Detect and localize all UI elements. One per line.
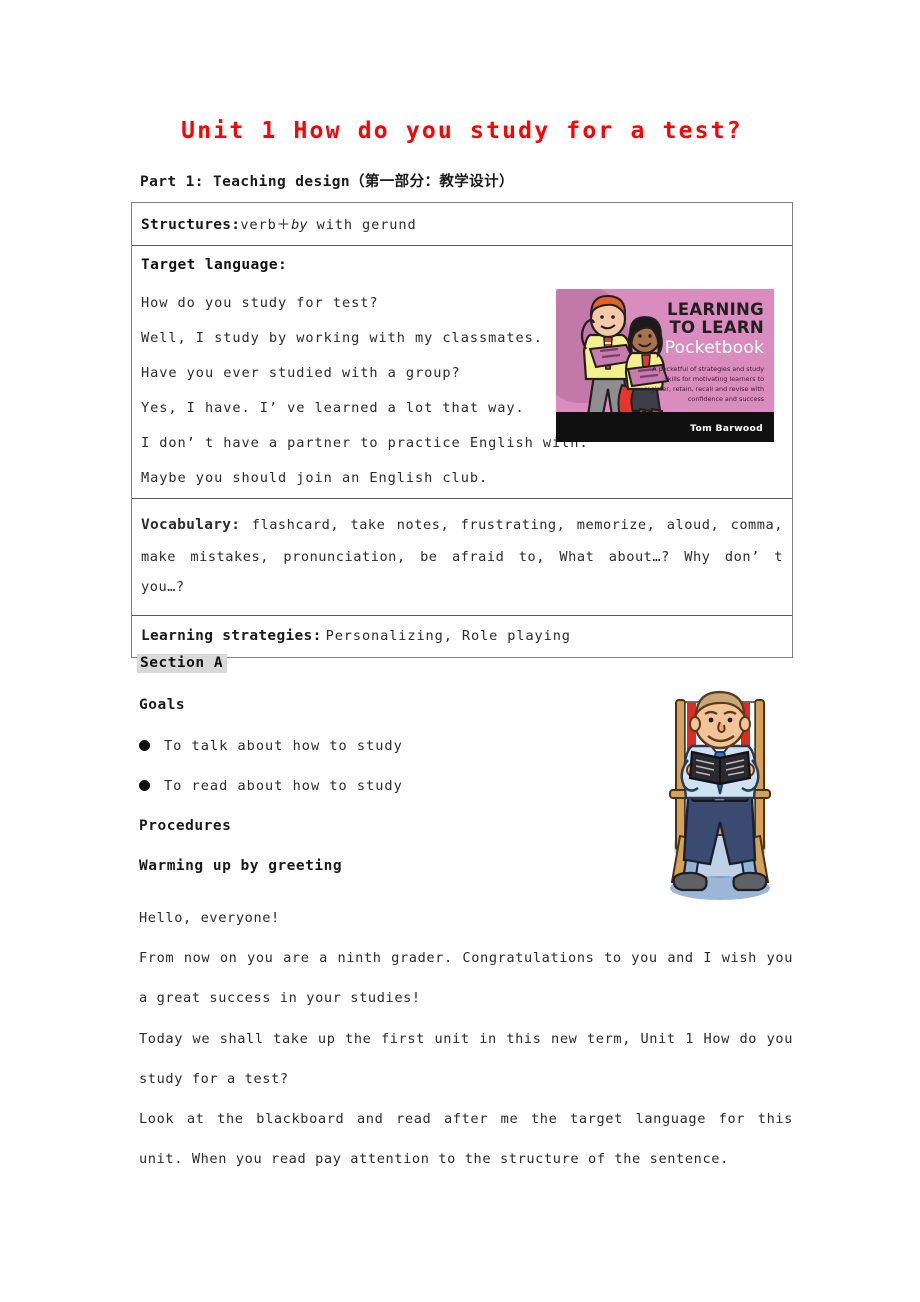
goal-text: To read about how to study (164, 778, 403, 794)
paragraph-from-now: From now on you are a ninth grader. Cong… (139, 950, 793, 1007)
section-heading: Section A (137, 654, 228, 673)
target-language-line: I don’ t have a partner to practice Engl… (141, 435, 589, 451)
learning-strategies-cell: Learning strategies: Personalizing, Role… (132, 616, 792, 657)
table-row-vocabulary: Vocabulary: flashcard, take notes, frust… (132, 499, 792, 616)
part-heading: Part 1: Teaching design（第一部分：教学设计） (140, 174, 514, 190)
document-page: Unit 1 How do you study for a test? Part… (0, 0, 920, 1302)
paragraph-hello: Hello, everyone! (139, 910, 280, 926)
goal-text: To talk about how to study (164, 738, 403, 754)
goals-heading: Goals (139, 697, 186, 713)
book-cover-subtitle: Pocketbook (664, 338, 764, 358)
table-row-structures: Structures:verb＋by with gerund (132, 203, 792, 246)
book-cover-title-line2: TO LEARN (669, 318, 764, 338)
table-row-learning-strategies: Learning strategies: Personalizing, Role… (132, 616, 792, 657)
page-title: Unit 1 How do you study for a test? (181, 118, 743, 144)
target-language-line: How do you study for test? (141, 295, 379, 311)
structures-text-after: with gerund (307, 217, 417, 233)
target-language-line: Have you ever studied with a group? (141, 365, 461, 381)
bullet-icon (139, 739, 150, 751)
paragraph-look: Look at the blackboard and read after me… (139, 1111, 793, 1168)
paragraph-today: Today we shall take up the first unit in… (139, 1031, 793, 1088)
book-cover-author: Tom Barwood (690, 423, 763, 434)
bullet-icon (139, 779, 150, 791)
structures-text-before: verb＋ (240, 217, 292, 233)
teaching-design-table: Structures:verb＋by with gerund Target la… (131, 202, 793, 658)
learning-strategies-label: Learning strategies: (141, 627, 322, 644)
target-language-cell: Target language: How do you study for te… (132, 246, 589, 496)
target-language-line: Yes, I have. I’ ve learned a lot that wa… (141, 400, 525, 416)
list-item: To talk about how to study (139, 738, 403, 754)
target-language-label: Target language: (141, 257, 288, 273)
book-cover-blurb: A pocketful of strategies and study skil… (644, 365, 764, 403)
structures-cell: Structures:verb＋by with gerund (132, 203, 792, 245)
learning-strategies-text: Personalizing, Role playing (325, 627, 571, 644)
structures-italic-word: by (291, 217, 308, 233)
vocabulary-label: Vocabulary: (141, 517, 241, 533)
man-reading-in-deckchair-illustration (669, 690, 771, 900)
book-cover-title-line1: LEARNING (667, 300, 764, 319)
target-language-line: Well, I study by working with my classma… (141, 330, 543, 346)
table-row-target-language: Target language: How do you study for te… (132, 246, 792, 499)
structures-label: Structures: (141, 217, 241, 233)
book-cover-image: LEARNING TO LEARN Pocketbook A pocketful… (556, 289, 774, 442)
target-language-line: Maybe you should join an English club. (141, 470, 489, 486)
warming-up-heading: Warming up by greeting (139, 858, 343, 874)
list-item: To read about how to study (139, 778, 403, 794)
book-cover-title: LEARNING TO LEARN (667, 300, 764, 338)
vocabulary-cell: Vocabulary: flashcard, take notes, frust… (132, 499, 792, 615)
procedures-heading: Procedures (139, 818, 232, 834)
